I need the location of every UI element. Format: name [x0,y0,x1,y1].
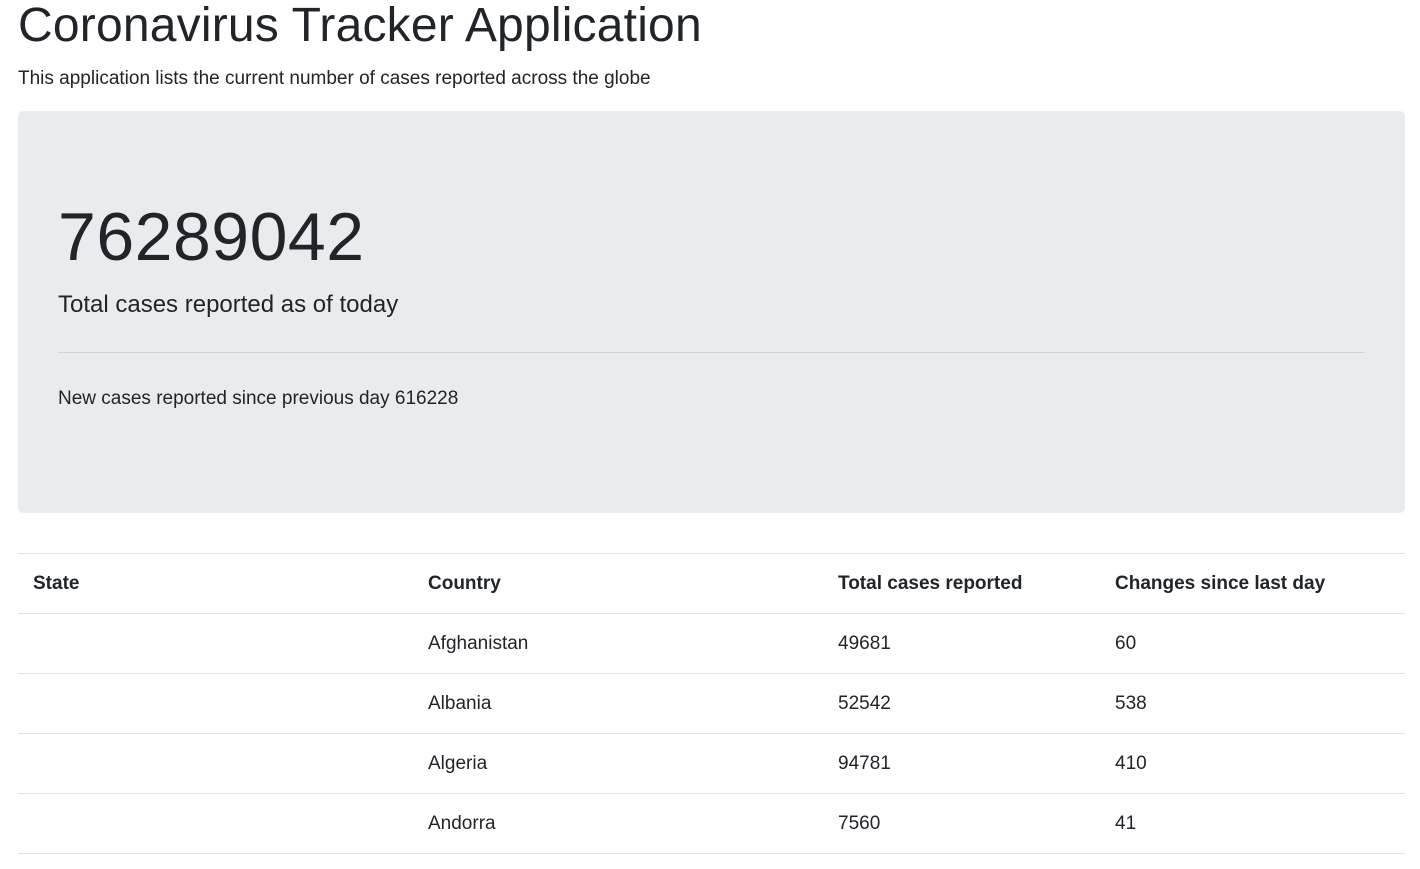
new-cases-text: New cases reported since previous day 61… [58,388,459,409]
table-header-row: State Country Total cases reported Chang… [18,553,1405,614]
column-header-total: Total cases reported [823,553,1100,614]
cell-total: 52542 [823,673,1100,734]
page-title: Coronavirus Tracker Application [18,0,702,52]
column-header-state: State [18,553,413,614]
page-subtitle: This application lists the current numbe… [18,68,651,89]
cell-total: 94781 [823,733,1100,794]
cell-state [18,673,413,734]
table-row: Algeria 94781 410 [18,733,1405,794]
cell-country: Albania [413,673,823,734]
cell-change: 60 [1100,613,1405,674]
cell-country: Afghanistan [413,613,823,674]
column-header-country: Country [413,553,823,614]
table-row: Afghanistan 49681 60 [18,613,1405,674]
cell-change: 410 [1100,733,1405,794]
table-row: Andorra 7560 41 [18,793,1405,854]
column-header-change: Changes since last day [1100,553,1405,614]
total-cases-number: 76289042 [58,199,365,275]
table-row: Albania 52542 538 [18,673,1405,734]
cases-table: State Country Total cases reported Chang… [18,553,1405,854]
cell-state [18,793,413,854]
cell-country: Algeria [413,733,823,794]
total-cases-label: Total cases reported as of today [58,291,399,318]
cell-country: Andorra [413,793,823,854]
cell-change: 538 [1100,673,1405,734]
page-container: Coronavirus Tracker Application This app… [0,0,1420,854]
cell-change: 41 [1100,793,1405,854]
cell-state [18,613,413,674]
cell-state [18,733,413,794]
cell-total: 49681 [823,613,1100,674]
summary-panel: 76289042 Total cases reported as of toda… [18,111,1405,513]
cell-total: 7560 [823,793,1100,854]
summary-divider [58,352,1365,353]
